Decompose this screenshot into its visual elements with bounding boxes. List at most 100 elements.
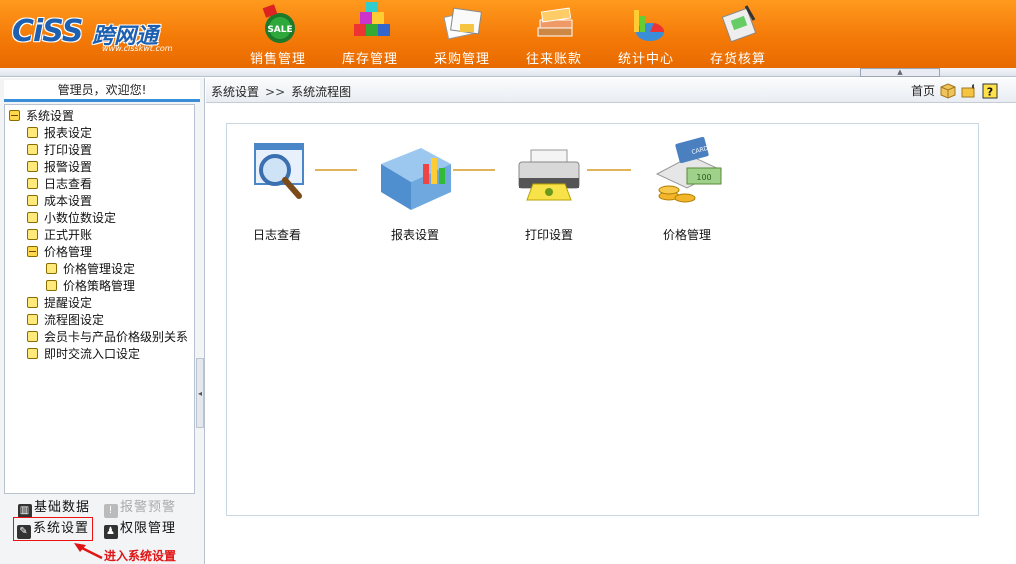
leaf-icon (27, 348, 38, 359)
tree-item-label: 价格管理 (44, 245, 93, 259)
flow-print-settings[interactable]: 打印设置 (501, 134, 597, 254)
leaf-icon (27, 144, 38, 155)
leaf-icon (46, 263, 57, 274)
tree-item[interactable]: 小数位数设定 (27, 210, 116, 227)
purchase-documents-icon (443, 7, 482, 40)
leaf-icon (27, 212, 38, 223)
tree-item[interactable]: 正式开账 (27, 227, 92, 244)
tree-item[interactable]: 会员卡与产品价格级别关系 (27, 329, 188, 346)
leaf-icon (27, 314, 38, 325)
bar-chart-icon: ▥ (18, 504, 32, 518)
tree-item[interactable]: 报表设定 (27, 125, 92, 142)
breadcrumb-page: 系统流程图 (291, 85, 352, 99)
nav-stock-accounting[interactable]: 存货核算 (692, 0, 784, 68)
tree-item[interactable]: 成本设置 (27, 193, 92, 210)
flow-label: 报表设置 (390, 228, 439, 242)
leaf-icon (27, 331, 38, 342)
tree-item-label: 提醒设定 (44, 296, 93, 310)
nav-purchase[interactable]: 采购管理 (416, 0, 508, 68)
main-content: 日志查看 报表设置 打印设置 CARD 100 价格管理 (206, 104, 1016, 564)
welcome-text: 管理员，欢迎您! (4, 80, 200, 102)
home-link[interactable]: 首页 (911, 82, 935, 99)
tree-item[interactable]: 流程图设定 (27, 312, 104, 329)
leaf-icon (27, 161, 38, 172)
flow-log-view[interactable]: 日志查看 (229, 134, 325, 254)
leaf-icon (27, 297, 38, 308)
logo-text: CiSS (12, 14, 83, 49)
flowchart-panel: 日志查看 报表设置 打印设置 CARD 100 价格管理 (226, 123, 979, 516)
breadcrumb-section[interactable]: 系统设置 (211, 85, 259, 99)
module-label: 系统设置 (33, 521, 90, 536)
tree-item[interactable]: 日志查看 (27, 176, 92, 193)
module-alarm-button[interactable]: ! 报警预警 (104, 498, 176, 518)
sidebar-splitter[interactable]: ◂ (196, 358, 204, 428)
tree-item-label: 小数位数设定 (44, 211, 117, 225)
tree-item[interactable]: 提醒设定 (27, 295, 92, 312)
breadcrumb-bar: 系统设置 >> 系统流程图 首页 ? (206, 78, 1016, 103)
module-system-settings-button[interactable]: ✎ 系统设置 (13, 517, 94, 541)
main-nav: SALE 销售管理 库存管理 采购管理 往来账款 统计中心 存货核算 (232, 0, 784, 68)
collapse-icon[interactable] (27, 246, 38, 257)
settings-tree: 系统设置 报表设定 打印设置 报警设置 日志查看 成本设置 小数位数设定 正式开… (4, 104, 195, 494)
svg-text:100: 100 (696, 173, 711, 182)
logo-url: www.cisskwt.com (102, 44, 173, 53)
tree-item[interactable]: 报警设置 (27, 159, 92, 176)
tree-item-label: 会员卡与产品价格级别关系 (44, 330, 189, 344)
nav-statistics[interactable]: 统计中心 (600, 0, 692, 68)
magnifier-icon (254, 143, 304, 199)
brand-logo[interactable]: CiSS 跨网通 www.cisskwt.com (6, 14, 173, 54)
alarm-icon: ! (104, 504, 118, 518)
statistics-chart-icon (634, 10, 665, 41)
folder-sound-icon[interactable] (961, 83, 977, 99)
tree-item-label: 日志查看 (44, 177, 93, 191)
printer-icon (518, 149, 580, 201)
flow-label: 打印设置 (524, 228, 573, 242)
tree-item-label: 报警设置 (44, 160, 93, 174)
header-collapse-handle[interactable]: ▲ (860, 68, 940, 77)
flow-report-settings[interactable]: 报表设置 (367, 134, 463, 254)
ledger-books-icon (537, 7, 573, 37)
toolbar: 首页 ? (911, 82, 998, 99)
tree-item-label: 打印设置 (44, 143, 93, 157)
tree-item[interactable]: 价格策略管理 (46, 278, 135, 295)
flow-label: 价格管理 (662, 228, 711, 242)
tree-item[interactable]: 打印设置 (27, 142, 92, 159)
tree-item-label: 成本设置 (44, 194, 93, 208)
left-sidebar: 管理员，欢迎您! 系统设置 报表设定 打印设置 报警设置 日志查看 成本设置 小… (0, 78, 205, 564)
leaf-icon (27, 229, 38, 240)
tree-item[interactable]: 价格管理设定 (46, 261, 135, 278)
tree-item-system-settings[interactable]: 系统设置 (9, 108, 74, 125)
tree-item[interactable]: 即时交流入口设定 (27, 346, 140, 363)
nav-label: 采购管理 (433, 52, 490, 67)
accounting-pen-icon (721, 5, 757, 43)
svg-text:SALE: SALE (267, 25, 292, 35)
tree-item-price-management[interactable]: 价格管理 (27, 244, 92, 261)
svg-text:?: ? (987, 85, 993, 98)
leaf-icon (27, 195, 38, 206)
tree-item-label: 正式开账 (44, 228, 93, 242)
nav-label: 库存管理 (341, 52, 398, 67)
top-header: CiSS 跨网通 www.cisskwt.com SALE 销售管理 库存管理 (0, 0, 1016, 68)
leaf-icon (27, 178, 38, 189)
tree-item-label: 系统设置 (26, 109, 75, 123)
flow-label: 日志查看 (252, 228, 301, 242)
nav-label: 往来账款 (525, 52, 582, 67)
breadcrumb: 系统设置 >> 系统流程图 (211, 83, 351, 100)
nav-accounts[interactable]: 往来账款 (508, 0, 600, 68)
collapse-icon[interactable] (9, 110, 20, 121)
report-folder-icon (381, 148, 451, 210)
inventory-blocks-icon (354, 2, 390, 36)
module-permissions-button[interactable]: ♟ 权限管理 (104, 519, 176, 539)
help-icon[interactable]: ? (982, 83, 998, 99)
package-icon[interactable] (940, 82, 956, 99)
sale-tag-icon: SALE (262, 4, 295, 43)
module-label: 权限管理 (120, 521, 177, 536)
nav-inventory[interactable]: 库存管理 (324, 0, 416, 68)
wrench-icon: ✎ (17, 525, 31, 539)
breadcrumb-separator: >> (265, 85, 286, 99)
nav-sales[interactable]: SALE 销售管理 (232, 0, 324, 68)
flow-price-management[interactable]: CARD 100 价格管理 (639, 134, 735, 254)
module-basic-data-button[interactable]: ▥ 基础数据 (18, 498, 90, 518)
nav-label: 销售管理 (249, 52, 306, 67)
users-icon: ♟ (104, 525, 118, 539)
